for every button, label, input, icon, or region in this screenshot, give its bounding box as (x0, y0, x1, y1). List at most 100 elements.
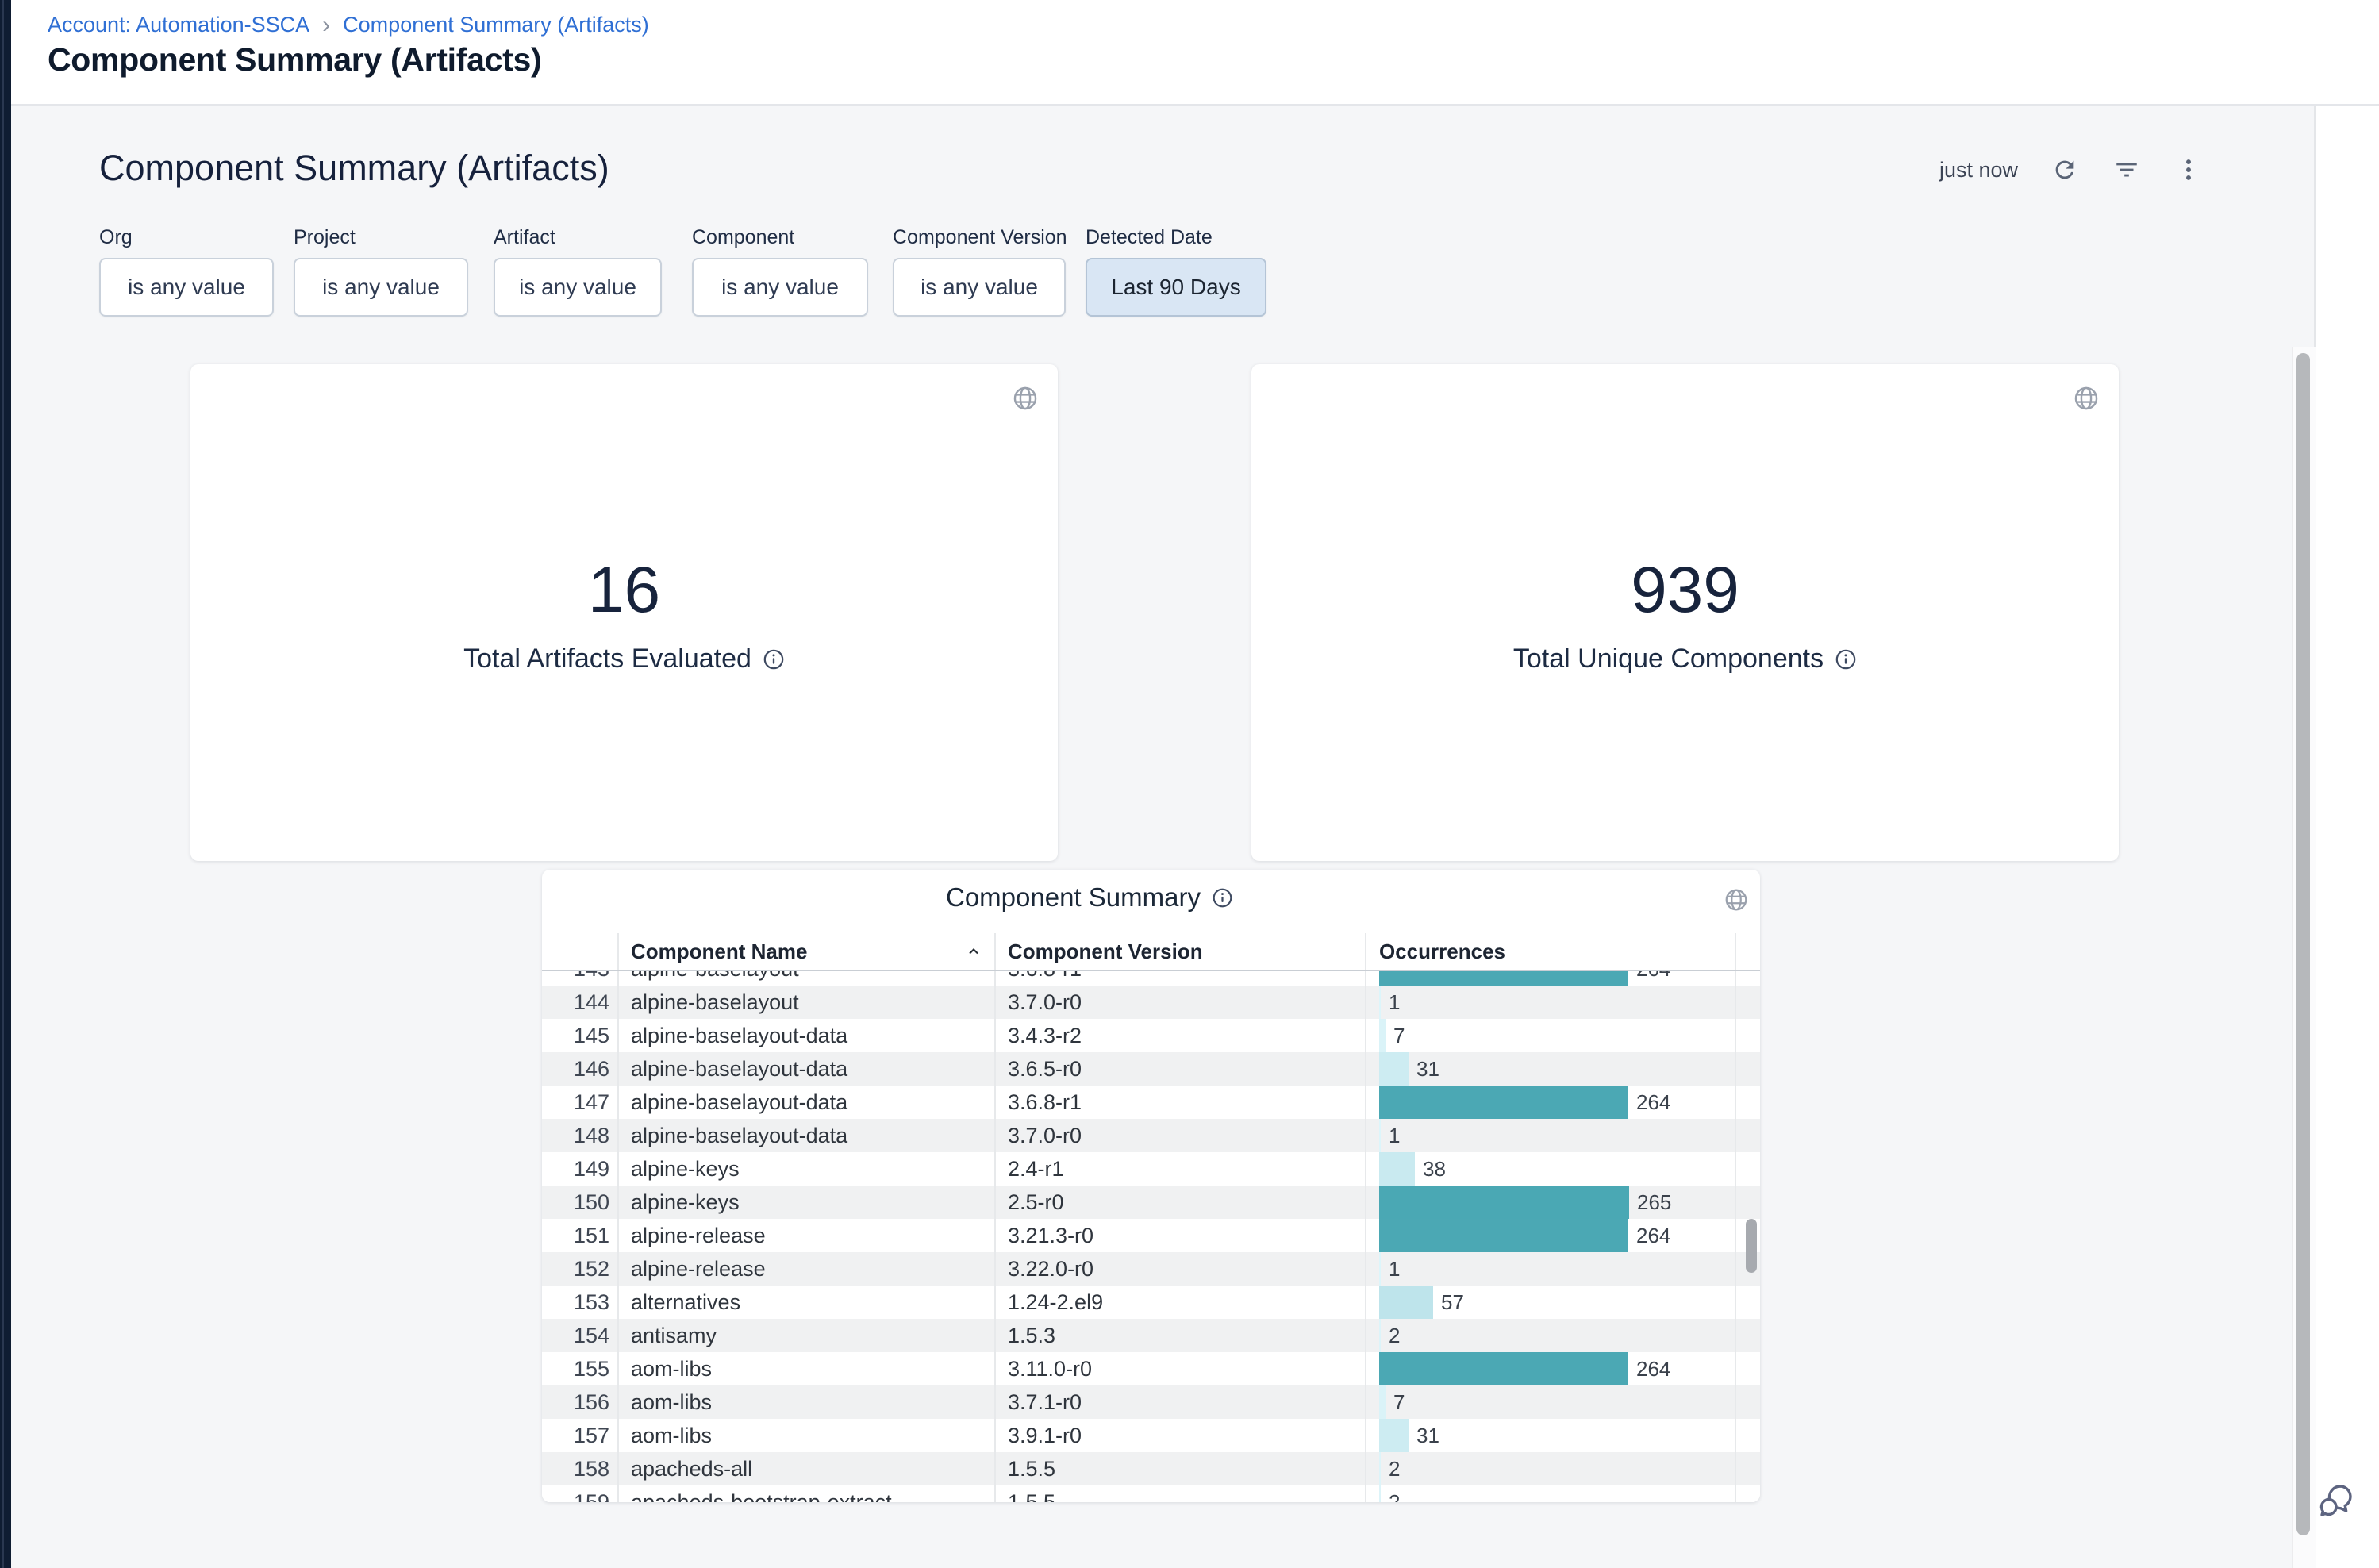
occurrence-bar (1379, 1419, 1409, 1452)
cell-occurrences[interactable]: 31 (1365, 1419, 1760, 1452)
occurrence-value: 2 (1389, 1485, 1400, 1502)
cell-occurrences[interactable]: 31 (1365, 1052, 1760, 1086)
support-chat-icon[interactable] (2316, 1481, 2354, 1519)
table-scrollbar-thumb[interactable] (1746, 1219, 1757, 1273)
table-row-partially-scrolled: 143alpine-baselayout3.6.8-r1264 (542, 971, 1760, 986)
breadcrumb-current-link[interactable]: Component Summary (Artifacts) (343, 13, 649, 37)
cell-occurrences[interactable]: 264 (1365, 1086, 1760, 1119)
row-index: 154 (542, 1319, 617, 1352)
cell-component-version[interactable]: 3.7.0-r0 (994, 986, 1365, 1019)
cell-occurrences[interactable]: 264 (1365, 1352, 1760, 1385)
row-index: 146 (542, 1052, 617, 1086)
row-index: 153 (542, 1286, 617, 1319)
table-row: 156aom-libs3.7.1-r07 (542, 1385, 1760, 1419)
cell-component-name[interactable]: alternatives (617, 1286, 994, 1319)
cell-component-version[interactable]: 1.24-2.el9 (994, 1286, 1365, 1319)
column-header-occurrences[interactable]: Occurrences (1365, 940, 1760, 964)
table-row: 150alpine-keys2.5-r0265 (542, 1186, 1760, 1219)
filter-button-component-version[interactable]: is any value (893, 258, 1066, 317)
cell-component-version[interactable]: 3.11.0-r0 (994, 1352, 1365, 1385)
cell-component-version[interactable]: 3.22.0-r0 (994, 1252, 1365, 1286)
column-header-component-version[interactable]: Component Version (994, 940, 1365, 964)
cell-component-name[interactable]: aom-libs (617, 1352, 994, 1385)
cell-component-version[interactable]: 3.7.0-r0 (994, 1119, 1365, 1152)
cell-component-name[interactable]: alpine-baselayout-data (617, 1086, 994, 1119)
table-row: 158apacheds-all1.5.52 (542, 1452, 1760, 1485)
cell-component-version[interactable]: 3.6.5-r0 (994, 1052, 1365, 1086)
metric-value: 939 (1251, 553, 2119, 628)
breadcrumb-account-link[interactable]: Account: Automation-SSCA (48, 13, 309, 37)
cell-component-name[interactable]: alpine-keys (617, 1186, 994, 1219)
metric-label: Total Artifacts Evaluated (463, 644, 751, 674)
table-row: 157aom-libs3.9.1-r031 (542, 1419, 1760, 1452)
cell-occurrences[interactable]: 264 (1365, 971, 1760, 986)
cell-occurrences[interactable]: 1 (1365, 986, 1760, 1019)
cell-component-name[interactable]: alpine-baselayout-data (617, 1019, 994, 1052)
cell-component-version[interactable]: 3.6.8-r1 (994, 971, 1365, 986)
filter-button-project[interactable]: is any value (294, 258, 468, 317)
cell-occurrences[interactable]: 1 (1365, 1119, 1760, 1152)
filter-button-org[interactable]: is any value (99, 258, 274, 317)
row-index: 151 (542, 1219, 617, 1252)
cell-component-name[interactable]: alpine-baselayout (617, 986, 994, 1019)
cell-occurrences[interactable]: 2 (1365, 1485, 1760, 1502)
column-header-component-name[interactable]: Component Name (617, 940, 994, 964)
filter-button-artifact[interactable]: is any value (494, 258, 662, 317)
table-row: 149alpine-keys2.4-r138 (542, 1152, 1760, 1186)
cell-occurrences[interactable]: 265 (1365, 1186, 1760, 1219)
info-icon[interactable] (1835, 648, 1857, 671)
cell-component-name[interactable]: alpine-release (617, 1219, 994, 1252)
cell-occurrences[interactable]: 7 (1365, 1385, 1760, 1419)
cell-component-name[interactable]: alpine-release (617, 1252, 994, 1286)
breadcrumb-separator-icon: › (322, 14, 330, 36)
occurrence-value: 264 (1636, 1219, 1670, 1252)
cell-component-name[interactable]: alpine-baselayout-data (617, 1119, 994, 1152)
row-index: 148 (542, 1119, 617, 1152)
cell-occurrences[interactable]: 7 (1365, 1019, 1760, 1052)
cell-component-version[interactable]: 2.4-r1 (994, 1152, 1365, 1186)
info-icon[interactable] (763, 648, 785, 671)
row-index: 155 (542, 1352, 617, 1385)
cell-component-name[interactable]: aom-libs (617, 1385, 994, 1419)
cell-occurrences[interactable]: 1 (1365, 1252, 1760, 1286)
filter-label-detected-date: Detected Date (1086, 226, 1213, 249)
cell-component-version[interactable]: 1.5.5 (994, 1485, 1365, 1502)
dashboard-scrollbar-thumb[interactable] (2296, 353, 2310, 1535)
cell-component-version[interactable]: 3.21.3-r0 (994, 1219, 1365, 1252)
refresh-icon[interactable] (2050, 155, 2080, 185)
cell-component-name[interactable]: alpine-keys (617, 1152, 994, 1186)
cell-component-name[interactable]: apacheds-bootstrap-extract (617, 1485, 994, 1502)
last-refreshed-text: just now (1939, 158, 2018, 183)
cell-component-name[interactable]: alpine-baselayout-data (617, 1052, 994, 1086)
cell-occurrences[interactable]: 38 (1365, 1152, 1760, 1186)
cell-component-version[interactable]: 1.5.5 (994, 1452, 1365, 1485)
cell-component-version[interactable]: 3.6.8-r1 (994, 1086, 1365, 1119)
table-row: 147alpine-baselayout-data3.6.8-r1264 (542, 1086, 1760, 1119)
cell-component-version[interactable]: 3.7.1-r0 (994, 1385, 1365, 1419)
filter-button-component[interactable]: is any value (692, 258, 868, 317)
cell-occurrences[interactable]: 2 (1365, 1319, 1760, 1352)
cell-component-version[interactable]: 1.5.3 (994, 1319, 1365, 1352)
cell-component-name[interactable]: alpine-baselayout (617, 971, 994, 986)
cell-component-name[interactable]: antisamy (617, 1319, 994, 1352)
cell-component-version[interactable]: 3.9.1-r0 (994, 1419, 1365, 1452)
cell-component-name[interactable]: apacheds-all (617, 1452, 994, 1485)
cell-component-version[interactable]: 2.5-r0 (994, 1186, 1365, 1219)
info-icon[interactable] (1212, 887, 1233, 909)
occurrence-bar (1379, 1052, 1409, 1086)
cell-occurrences[interactable]: 264 (1365, 1219, 1760, 1252)
filter-button-detected-date[interactable]: Last 90 Days (1086, 258, 1266, 317)
timezone-globe-icon (1724, 887, 1749, 917)
filter-icon[interactable] (2112, 155, 2142, 185)
cell-component-name[interactable]: aom-libs (617, 1419, 994, 1452)
occurrence-value: 264 (1636, 971, 1670, 986)
cell-occurrences[interactable]: 57 (1365, 1286, 1760, 1319)
kebab-menu-icon[interactable] (2173, 155, 2204, 185)
sort-asc-icon (964, 942, 983, 961)
page-title: Component Summary (Artifacts) (48, 41, 541, 79)
dashboard-scrollbar-track (2292, 347, 2316, 1568)
collapsed-sidebar (0, 0, 11, 1568)
cell-component-version[interactable]: 3.4.3-r2 (994, 1019, 1365, 1052)
occurrence-bar (1379, 1385, 1386, 1419)
cell-occurrences[interactable]: 2 (1365, 1452, 1760, 1485)
